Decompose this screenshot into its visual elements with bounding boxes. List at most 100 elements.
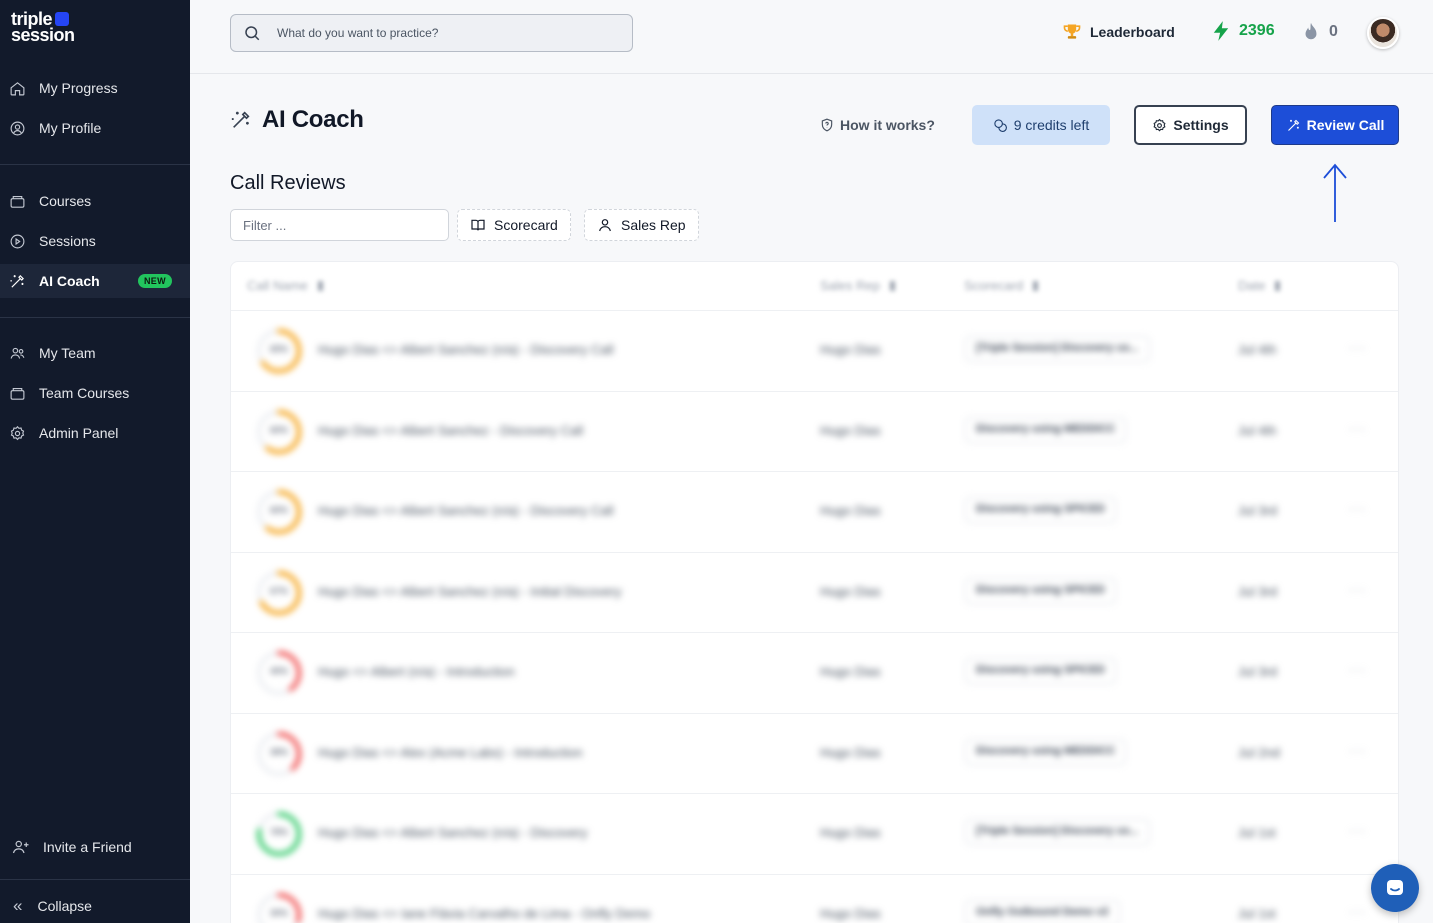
call-date: Jul 1st: [1238, 825, 1276, 840]
score-value: 40%: [269, 666, 288, 676]
sidebar-item-admin-panel[interactable]: Admin Panel: [0, 416, 190, 450]
team-icon: [8, 344, 26, 362]
topbar: Leaderboard 2396 0: [190, 0, 1433, 74]
row-actions-button[interactable]: ···: [1349, 661, 1366, 677]
scorecard-tag: Discovery using SPICED: [965, 577, 1116, 604]
magic-wand-icon: [1287, 119, 1299, 131]
call-name[interactable]: Hugo Dias <> Albert Sanchez (n/a) - Disc…: [318, 825, 588, 840]
chevrons-left-icon: «: [13, 896, 23, 915]
sidebar-item-my-profile[interactable]: My Profile: [0, 111, 190, 145]
collapse-label: Collapse: [37, 898, 92, 914]
invite-friend-link[interactable]: Invite a Friend: [0, 830, 190, 864]
column-header-call-name[interactable]: Call Name: [247, 278, 323, 293]
score-ring: 65%: [255, 327, 303, 375]
scorecard-tag: [Triple Session] Discovery us...: [965, 336, 1150, 362]
sales-rep-filter-chip[interactable]: Sales Rep: [584, 209, 699, 241]
search-box[interactable]: [230, 14, 633, 52]
call-name[interactable]: Hugo <> Albert (n/a) - Introduction: [318, 664, 515, 679]
sidebar-item-label: Courses: [39, 193, 92, 209]
filter-input[interactable]: Filter ...: [230, 209, 449, 241]
table-row[interactable]: 60% Hugo Dias <> Albert Sanchez - Discove…: [231, 390, 1398, 471]
scorecard-tag: Discovery using MEDDICC: [965, 416, 1127, 443]
chat-launcher-button[interactable]: [1371, 864, 1419, 912]
coins-icon: [994, 118, 1007, 132]
courses-icon: [8, 384, 26, 402]
gear-icon: [1153, 118, 1166, 132]
call-name[interactable]: Hugo Dias <> Albert Sanchez - Discovery …: [318, 423, 583, 438]
sort-icon: [1275, 280, 1281, 291]
table-row[interactable]: 78% Hugo Dias <> Albert Sanchez (n/a) - D…: [231, 793, 1398, 873]
user-avatar[interactable]: [1367, 17, 1399, 49]
row-actions-button[interactable]: ···: [1349, 339, 1366, 355]
brand-logo[interactable]: triple session: [11, 10, 75, 45]
call-date: Jul 3rd: [1238, 664, 1278, 679]
collapse-sidebar-button[interactable]: « Collapse: [0, 889, 190, 923]
play-circle-icon: [8, 232, 26, 250]
filter-placeholder: Filter ...: [243, 217, 287, 233]
magic-wand-icon: [231, 111, 250, 128]
brand-line-2: session: [11, 25, 75, 45]
sidebar-divider: [0, 164, 190, 165]
settings-button[interactable]: Settings: [1134, 105, 1247, 145]
how-it-works-label: How it works?: [840, 117, 935, 133]
table-row[interactable]: 38% Hugo Dias <> Alex (Acme Labs) - Intro…: [231, 712, 1398, 793]
table-row[interactable]: 65% Hugo Dias <> Albert Sanchez (n/a) - D…: [231, 310, 1398, 390]
column-header-label: Sales Rep: [820, 278, 880, 293]
table-row[interactable]: 40% Hugo <> Albert (n/a) - Introduction Hu…: [231, 632, 1398, 712]
sidebar-item-my-progress[interactable]: My Progress: [0, 71, 190, 105]
sort-icon: [317, 280, 323, 291]
sidebar-item-courses[interactable]: Courses: [0, 184, 190, 218]
home-icon: [8, 79, 26, 97]
table-row[interactable]: 60% Hugo Dias <> Albert Sanchez (n/a) - D…: [231, 471, 1398, 551]
review-call-button[interactable]: Review Call: [1271, 105, 1399, 145]
call-name[interactable]: Hugo Dias <> Albert Sanchez (n/a) - Init…: [318, 584, 621, 599]
sidebar-item-label: My Team: [39, 345, 96, 361]
call-date: Jul 4th: [1238, 422, 1277, 438]
row-actions-button[interactable]: ···: [1349, 420, 1366, 436]
review-call-label: Review Call: [1306, 117, 1385, 133]
chip-label: Sales Rep: [621, 217, 686, 233]
sales-rep: Hugo Dias: [820, 664, 881, 679]
table-row[interactable]: 30% Hugo Dias <> Iane Flávia Carvalho de …: [231, 873, 1398, 923]
streak-value: 0: [1329, 23, 1338, 40]
column-header-sales-rep[interactable]: Sales Rep: [820, 278, 895, 293]
scorecard-filter-chip[interactable]: Scorecard: [457, 209, 571, 241]
search-input[interactable]: [277, 26, 617, 40]
table-row[interactable]: 67% Hugo Dias <> Albert Sanchez (n/a) - I…: [231, 551, 1398, 632]
sidebar-item-label: Sessions: [39, 233, 96, 249]
call-reviews-table: Call Name Sales Rep Scorecard Date 65% Hu…: [230, 261, 1399, 923]
row-actions-button[interactable]: ···: [1349, 500, 1366, 516]
chat-icon: [1387, 880, 1403, 895]
call-name[interactable]: Hugo Dias <> Albert Sanchez (n/a) - Disc…: [318, 342, 614, 357]
pointer-arrow-icon: [1322, 162, 1348, 224]
column-header-scorecard[interactable]: Scorecard: [964, 278, 1039, 293]
sidebar-item-sessions[interactable]: Sessions: [0, 224, 190, 258]
how-it-works-link[interactable]: How it works?: [820, 117, 935, 133]
lightning-icon: [1213, 21, 1229, 41]
sales-rep: Hugo Dias: [820, 825, 881, 840]
call-name[interactable]: Hugo Dias <> Albert Sanchez (n/a) - Disc…: [318, 503, 614, 518]
user-icon: [599, 219, 611, 232]
score-value: 78%: [269, 827, 288, 837]
row-actions-button[interactable]: ···: [1349, 581, 1366, 597]
section-title: Call Reviews: [230, 172, 346, 194]
sidebar-item-ai-coach[interactable]: AI Coach NEW: [0, 264, 190, 298]
call-date: Jul 2nd: [1238, 744, 1280, 760]
credits-button[interactable]: 9 credits left: [972, 105, 1110, 145]
row-actions-button[interactable]: ···: [1349, 903, 1366, 919]
call-name[interactable]: Hugo Dias <> Alex (Acme Labs) - Introduc…: [318, 745, 582, 760]
row-actions-button[interactable]: ···: [1349, 822, 1366, 838]
leaderboard-link[interactable]: Leaderboard: [1062, 22, 1175, 42]
sidebar-item-my-team[interactable]: My Team: [0, 336, 190, 370]
sidebar-item-label: Admin Panel: [39, 425, 119, 441]
scorecard-tag: [Triple Session] Discovery us...: [965, 819, 1150, 845]
row-actions-button[interactable]: ···: [1349, 742, 1366, 758]
call-name[interactable]: Hugo Dias <> Iane Flávia Carvalho de Lim…: [318, 906, 650, 921]
sidebar-item-team-courses[interactable]: Team Courses: [0, 376, 190, 410]
trophy-icon: [1063, 24, 1081, 39]
xp-counter: 2396: [1212, 20, 1275, 42]
column-header-date[interactable]: Date: [1238, 278, 1281, 293]
scorecard-tag: Discovery using SPICED: [965, 658, 1116, 684]
sidebar: triple session My Progress My Profile Co…: [0, 0, 190, 923]
sales-rep: Hugo Dias: [820, 503, 881, 518]
